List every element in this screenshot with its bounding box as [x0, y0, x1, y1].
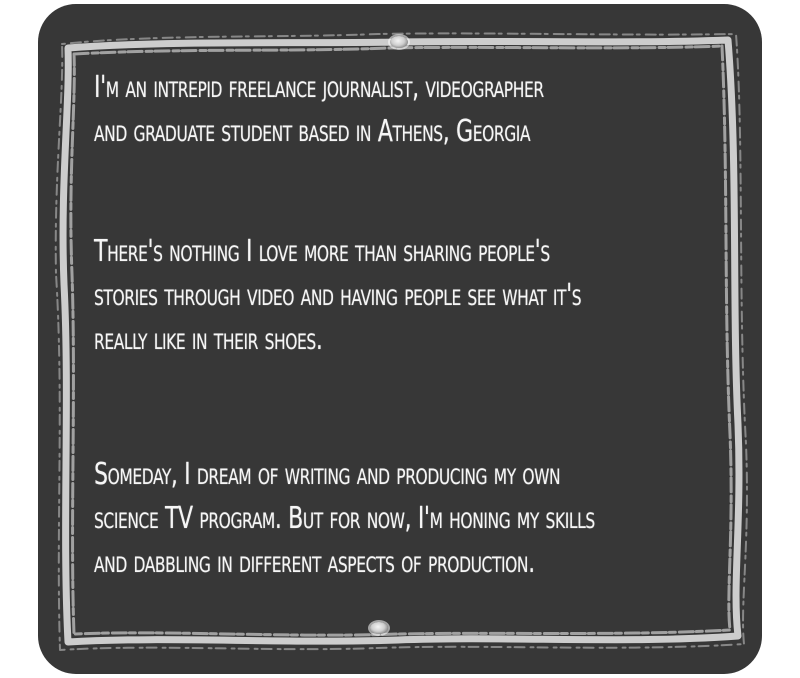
paragraph-line: stories through video and having people …: [94, 278, 582, 313]
screw-top-icon: [390, 36, 408, 48]
paragraph-line: There's nothing I love more than sharing…: [94, 234, 550, 269]
chalkboard-sign: I'm an intrepid freelance journalist, vi…: [38, 4, 762, 674]
paragraph-line: science TV program. But for now, I'm hon…: [94, 501, 595, 536]
paragraph-intro: I'm an intrepid freelance journalist, vi…: [94, 66, 619, 154]
paragraph-line: I'm an intrepid freelance journalist, vi…: [94, 70, 544, 105]
paragraph-line: and dabbling in different aspects of pro…: [94, 545, 535, 580]
paragraph-line: really like in their shoes.: [94, 322, 323, 357]
paragraph-dream: Someday, I dream of writing and producin…: [94, 453, 619, 585]
paragraph-line: and graduate student based in Athens, Ge…: [94, 114, 531, 149]
paragraph-line: Someday, I dream of writing and producin…: [94, 457, 561, 492]
paragraph-passion: There's nothing I love more than sharing…: [94, 230, 619, 362]
screw-bottom-icon: [370, 622, 388, 634]
